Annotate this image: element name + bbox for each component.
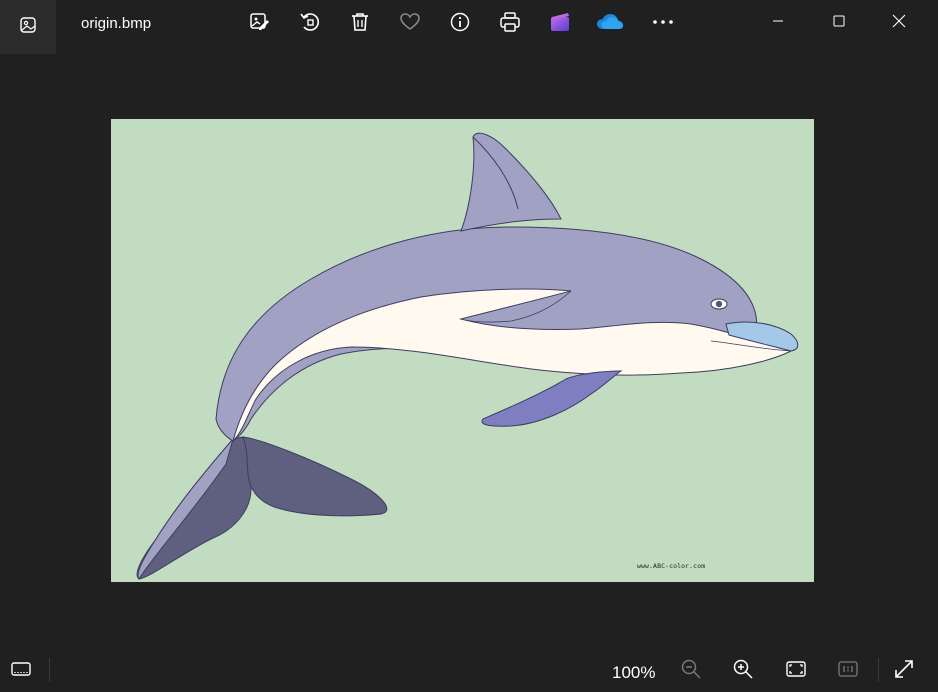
zoom-in-button[interactable] bbox=[728, 658, 758, 684]
more-icon bbox=[651, 11, 675, 38]
watermark-text: www.ABC-color.com bbox=[637, 562, 706, 570]
rotate-button[interactable] bbox=[293, 9, 327, 39]
clipchamp-icon bbox=[549, 11, 571, 38]
displayed-image: www.ABC-color.com bbox=[111, 119, 814, 582]
title-bar: origin.bmp bbox=[0, 0, 938, 54]
fullscreen-icon bbox=[893, 658, 915, 685]
actual-size-icon bbox=[837, 659, 859, 684]
print-icon bbox=[499, 11, 521, 38]
dolphin-illustration bbox=[111, 119, 814, 582]
fit-to-window-icon bbox=[785, 659, 807, 684]
delete-button[interactable] bbox=[343, 9, 377, 39]
maximize-icon bbox=[833, 14, 845, 32]
fullscreen-button[interactable] bbox=[889, 658, 919, 684]
favorite-icon bbox=[399, 11, 421, 38]
minimize-icon bbox=[772, 14, 784, 32]
more-button[interactable] bbox=[646, 9, 680, 39]
photos-app-button[interactable] bbox=[0, 0, 56, 54]
onedrive-icon bbox=[596, 11, 624, 38]
onedrive-button[interactable] bbox=[593, 9, 627, 39]
info-button[interactable] bbox=[443, 9, 477, 39]
zoom-out-icon bbox=[680, 658, 702, 685]
fit-to-window-button[interactable] bbox=[781, 658, 811, 684]
status-divider-right bbox=[878, 658, 879, 682]
photos-app-icon bbox=[19, 16, 37, 39]
minimize-button[interactable] bbox=[749, 0, 807, 46]
maximize-button[interactable] bbox=[810, 0, 868, 46]
status-bar: 100% bbox=[0, 648, 938, 692]
info-icon bbox=[449, 11, 471, 38]
close-button[interactable] bbox=[870, 0, 928, 46]
filmstrip-button[interactable] bbox=[6, 658, 36, 684]
actual-size-button[interactable] bbox=[833, 658, 863, 684]
delete-icon bbox=[349, 11, 371, 38]
favorite-button[interactable] bbox=[393, 9, 427, 39]
file-name: origin.bmp bbox=[81, 15, 152, 32]
print-button[interactable] bbox=[493, 9, 527, 39]
rotate-icon bbox=[299, 11, 321, 38]
status-divider-left bbox=[49, 658, 50, 682]
edit-image-icon bbox=[249, 11, 271, 38]
clipchamp-button[interactable] bbox=[543, 9, 577, 39]
filmstrip-icon bbox=[10, 660, 32, 683]
zoom-out-button[interactable] bbox=[676, 658, 706, 684]
edit-image-button[interactable] bbox=[243, 9, 277, 39]
close-icon bbox=[892, 14, 906, 33]
zoom-in-icon bbox=[732, 658, 754, 685]
zoom-level[interactable]: 100% bbox=[612, 663, 655, 683]
